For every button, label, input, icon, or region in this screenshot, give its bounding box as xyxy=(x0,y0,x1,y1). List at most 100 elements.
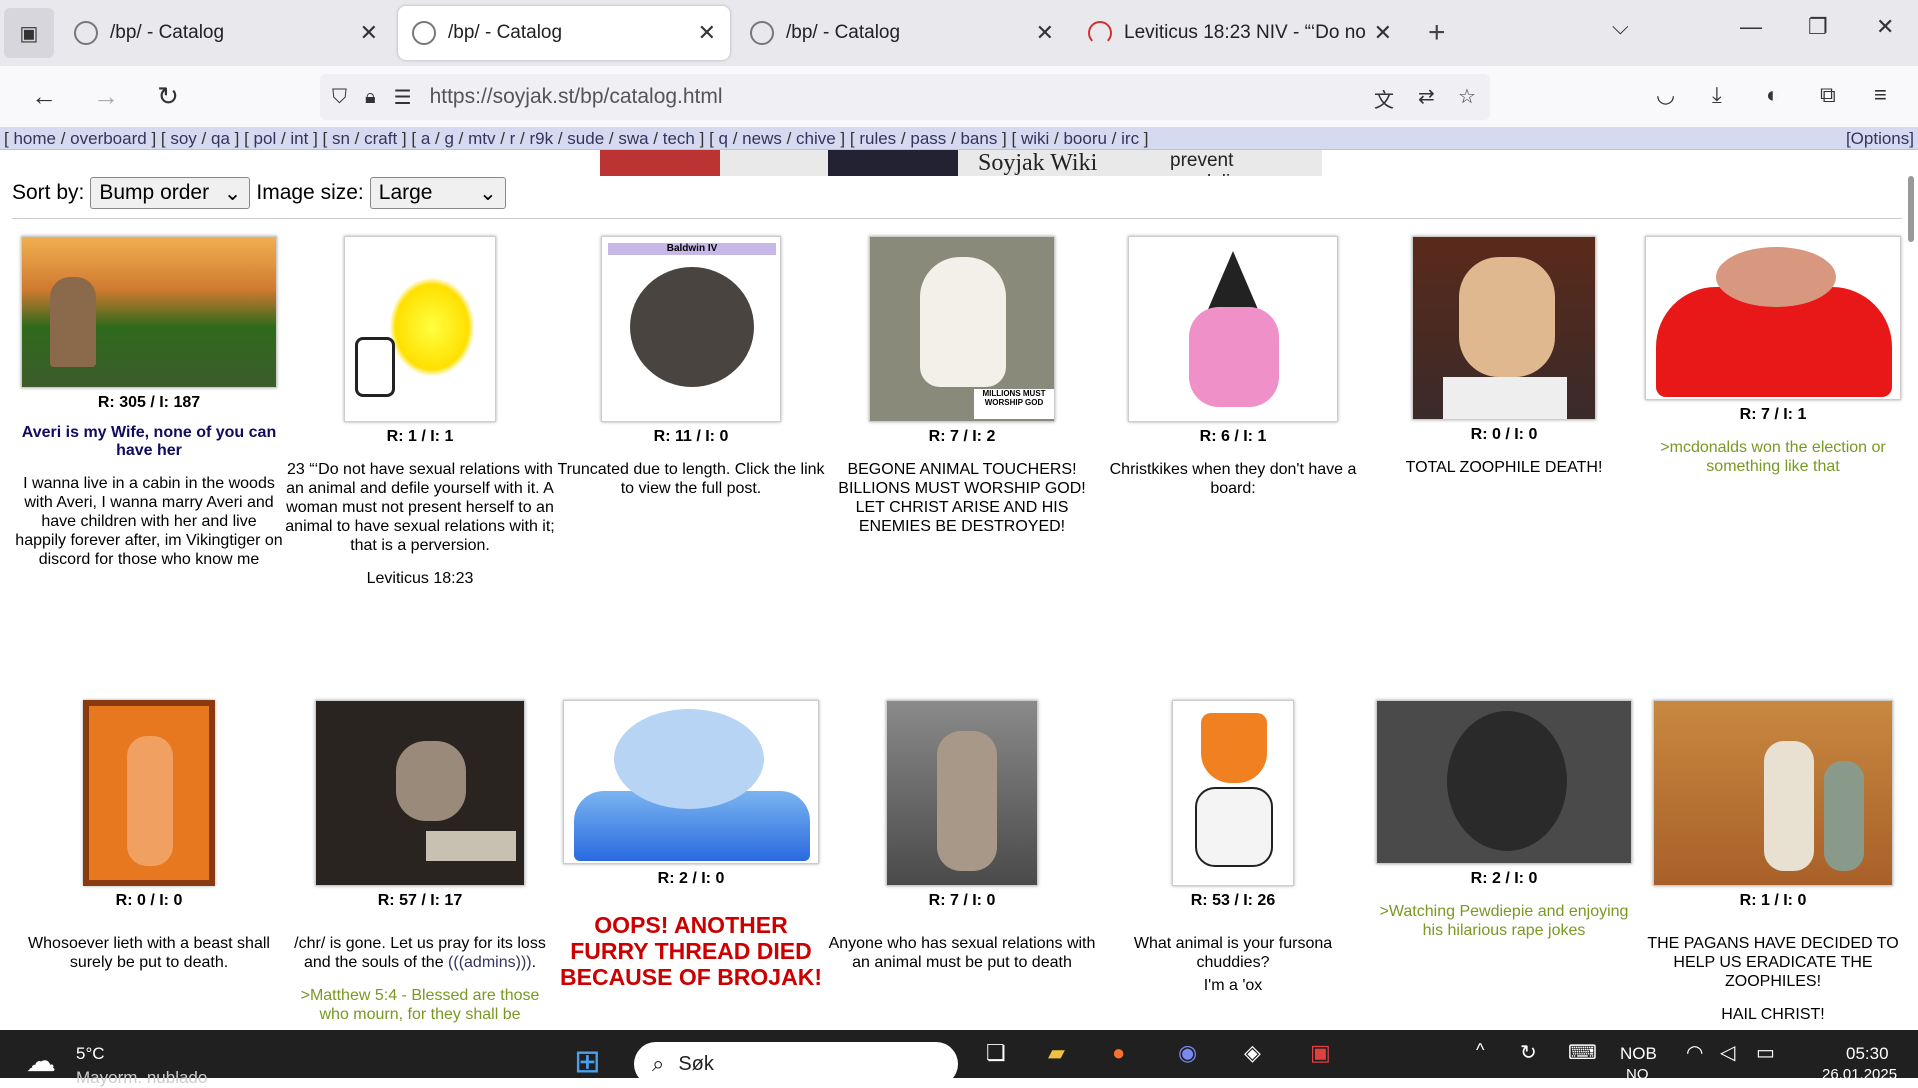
board-link-pass[interactable]: pass xyxy=(910,129,946,148)
thread-thumbnail[interactable] xyxy=(1645,236,1901,400)
thread-alert-text: OOPS! ANOTHER FURRY THREAD DIED BECAUSE … xyxy=(560,912,822,990)
thread-thumbnail[interactable] xyxy=(83,700,215,886)
app-icon[interactable]: ◈ xyxy=(1244,1040,1261,1066)
translate-page-icon[interactable]: ⇄ xyxy=(1418,84,1435,109)
tab-bp-catalog-2[interactable]: /bp/ - Catalog ✕ xyxy=(398,6,730,60)
account-icon[interactable]: ◐ xyxy=(1766,82,1779,108)
board-link-swa[interactable]: swa xyxy=(618,129,648,148)
tab-list-icon[interactable]: ▣ xyxy=(4,8,54,58)
discord-icon[interactable]: ◉ xyxy=(1178,1040,1197,1066)
board-link-r9k[interactable]: r9k xyxy=(530,129,554,148)
board-link-soy[interactable]: soy xyxy=(170,129,196,148)
reply-image-count: R: 7 / I: 1 xyxy=(1739,406,1807,423)
board-link-int[interactable]: int xyxy=(290,129,308,148)
clock-time[interactable]: 05:30 xyxy=(1846,1044,1889,1064)
thread-thumbnail[interactable] xyxy=(1376,700,1632,864)
new-tab-icon[interactable]: + xyxy=(1428,16,1446,50)
board-link-pol[interactable]: pol xyxy=(254,129,277,148)
board-link-irc[interactable]: irc xyxy=(1121,129,1139,148)
firefox-icon[interactable]: ● xyxy=(1112,1040,1125,1066)
thread-thumbnail[interactable] xyxy=(21,236,277,388)
close-window-icon[interactable]: ✕ xyxy=(1876,14,1894,40)
board-link-wiki[interactable]: wiki xyxy=(1021,129,1049,148)
close-tab-icon[interactable]: ✕ xyxy=(1036,20,1054,46)
board-link-rules[interactable]: rules xyxy=(859,129,896,148)
board-link-sn[interactable]: sn xyxy=(332,129,350,148)
banner[interactable]: Soyjak Wiki prevent vandalism xyxy=(600,150,1322,176)
board-link-booru[interactable]: booru xyxy=(1063,129,1106,148)
thread-thumbnail[interactable]: MILLIONS MUST WORSHIP GOD xyxy=(869,236,1055,422)
minimize-icon[interactable]: — xyxy=(1740,14,1762,40)
board-link-chive[interactable]: chive xyxy=(796,129,836,148)
windows-start-icon[interactable]: ⊞ xyxy=(574,1042,601,1080)
sort-select[interactable]: Bump order ⌄ xyxy=(90,177,251,209)
thread-thumbnail[interactable] xyxy=(1412,236,1596,420)
close-tab-icon[interactable]: ✕ xyxy=(1374,20,1392,46)
tab-leviticus[interactable]: Leviticus 18:23 NIV - “‘Do not h ✕ xyxy=(1074,6,1406,60)
admins-link[interactable]: (((admins))) xyxy=(448,954,532,971)
board-link-r[interactable]: r xyxy=(510,129,516,148)
board-link-g[interactable]: g xyxy=(444,129,453,148)
board-link-mtv[interactable]: mtv xyxy=(468,129,495,148)
task-view-icon[interactable]: ❏ xyxy=(986,1040,1006,1066)
back-icon[interactable]: ← xyxy=(26,81,62,112)
taskbar-search[interactable]: ⌕ Søk xyxy=(634,1042,958,1086)
board-link-tech[interactable]: tech xyxy=(663,129,695,148)
board-link-home[interactable]: home xyxy=(13,129,56,148)
weather-icon[interactable]: ☁ xyxy=(26,1044,56,1079)
thread-thumbnail[interactable] xyxy=(563,700,819,864)
lock-icon[interactable]: 🔒︎ xyxy=(365,86,376,109)
keyboard-icon[interactable]: ⌨ xyxy=(1568,1040,1597,1065)
close-tab-icon[interactable]: ✕ xyxy=(698,20,716,46)
thread-thumbnail[interactable] xyxy=(1653,700,1893,886)
reply-image-count: R: 7 / I: 0 xyxy=(928,892,996,909)
close-tab-icon[interactable]: ✕ xyxy=(360,20,378,46)
translate-icon[interactable]: 文 xyxy=(1374,84,1394,113)
pocket-icon[interactable]: ◡ xyxy=(1656,82,1675,108)
thread-greentext: >Watching Pewdiepie and enjoying his hil… xyxy=(1379,903,1629,939)
file-explorer-icon[interactable]: ▰ xyxy=(1048,1040,1065,1066)
extensions-icon[interactable]: ⧉ xyxy=(1820,82,1836,108)
language-indicator[interactable]: NOB xyxy=(1620,1044,1657,1064)
board-link-overboard[interactable]: overboard xyxy=(70,129,147,148)
url-text[interactable]: https://soyjak.st/bp/catalog.html xyxy=(430,85,723,109)
sync-icon[interactable]: ↻ xyxy=(1520,1040,1537,1065)
board-link-qa[interactable]: qa xyxy=(211,129,230,148)
tab-bp-catalog-1[interactable]: /bp/ - Catalog ✕ xyxy=(60,6,392,60)
thread-thumbnail[interactable] xyxy=(1172,700,1294,886)
wifi-icon[interactable]: ◠ xyxy=(1686,1040,1703,1065)
chevron-down-icon[interactable]: ⌵ xyxy=(1612,14,1629,40)
menu-icon[interactable]: ≡ xyxy=(1874,82,1887,108)
chevron-up-icon[interactable]: ^ xyxy=(1476,1040,1484,1061)
thread-thumbnail[interactable] xyxy=(886,700,1038,886)
thread-card: MILLIONS MUST WORSHIP GOD R: 7 / I: 2 BE… xyxy=(827,236,1097,536)
weather-temp: 5°C xyxy=(76,1044,105,1063)
permissions-icon[interactable]: ☰ xyxy=(394,85,412,110)
board-link-bans[interactable]: bans xyxy=(960,129,997,148)
thread-thumbnail[interactable] xyxy=(344,236,496,422)
thread-thumbnail[interactable]: Baldwin IV xyxy=(601,236,781,422)
reload-icon[interactable]: ↻ xyxy=(150,81,186,112)
battery-icon[interactable]: ▭ xyxy=(1756,1040,1775,1065)
thread-greentext: >Matthew 5:4 - Blessed are those who mou… xyxy=(300,987,540,1026)
shield-icon[interactable]: ⛉ xyxy=(332,86,347,109)
options-link[interactable]: [Options] xyxy=(1846,128,1914,149)
address-bar[interactable]: ⛉ 🔒︎ ☰ https://soyjak.st/bp/catalog.html… xyxy=(320,74,1490,120)
catalog-controls: Sort by: Bump order ⌄ Image size: Large ⌄ xyxy=(12,176,512,210)
restore-icon[interactable]: ❐ xyxy=(1808,14,1828,40)
board-link-q[interactable]: q xyxy=(719,129,728,148)
thread-thumbnail[interactable] xyxy=(1128,236,1338,422)
board-link-sude[interactable]: sude xyxy=(567,129,604,148)
forward-icon[interactable]: → xyxy=(88,81,124,112)
download-icon[interactable]: ⤓ xyxy=(1712,82,1722,108)
volume-icon[interactable]: ◁ xyxy=(1720,1040,1735,1065)
snipping-tool-icon[interactable]: ▣ xyxy=(1310,1040,1331,1066)
board-link-a[interactable]: a xyxy=(421,129,430,148)
tab-bp-catalog-3[interactable]: /bp/ - Catalog ✕ xyxy=(736,6,1068,60)
image-size-select[interactable]: Large ⌄ xyxy=(369,177,506,209)
bookmark-star-icon[interactable]: ☆ xyxy=(1458,84,1476,109)
board-link-craft[interactable]: craft xyxy=(364,129,397,148)
thread-body: BEGONE ANIMAL TOUCHERS! BILLIONS MUST WO… xyxy=(838,461,1086,535)
thread-thumbnail[interactable] xyxy=(315,700,525,886)
board-link-news[interactable]: news xyxy=(742,129,782,148)
